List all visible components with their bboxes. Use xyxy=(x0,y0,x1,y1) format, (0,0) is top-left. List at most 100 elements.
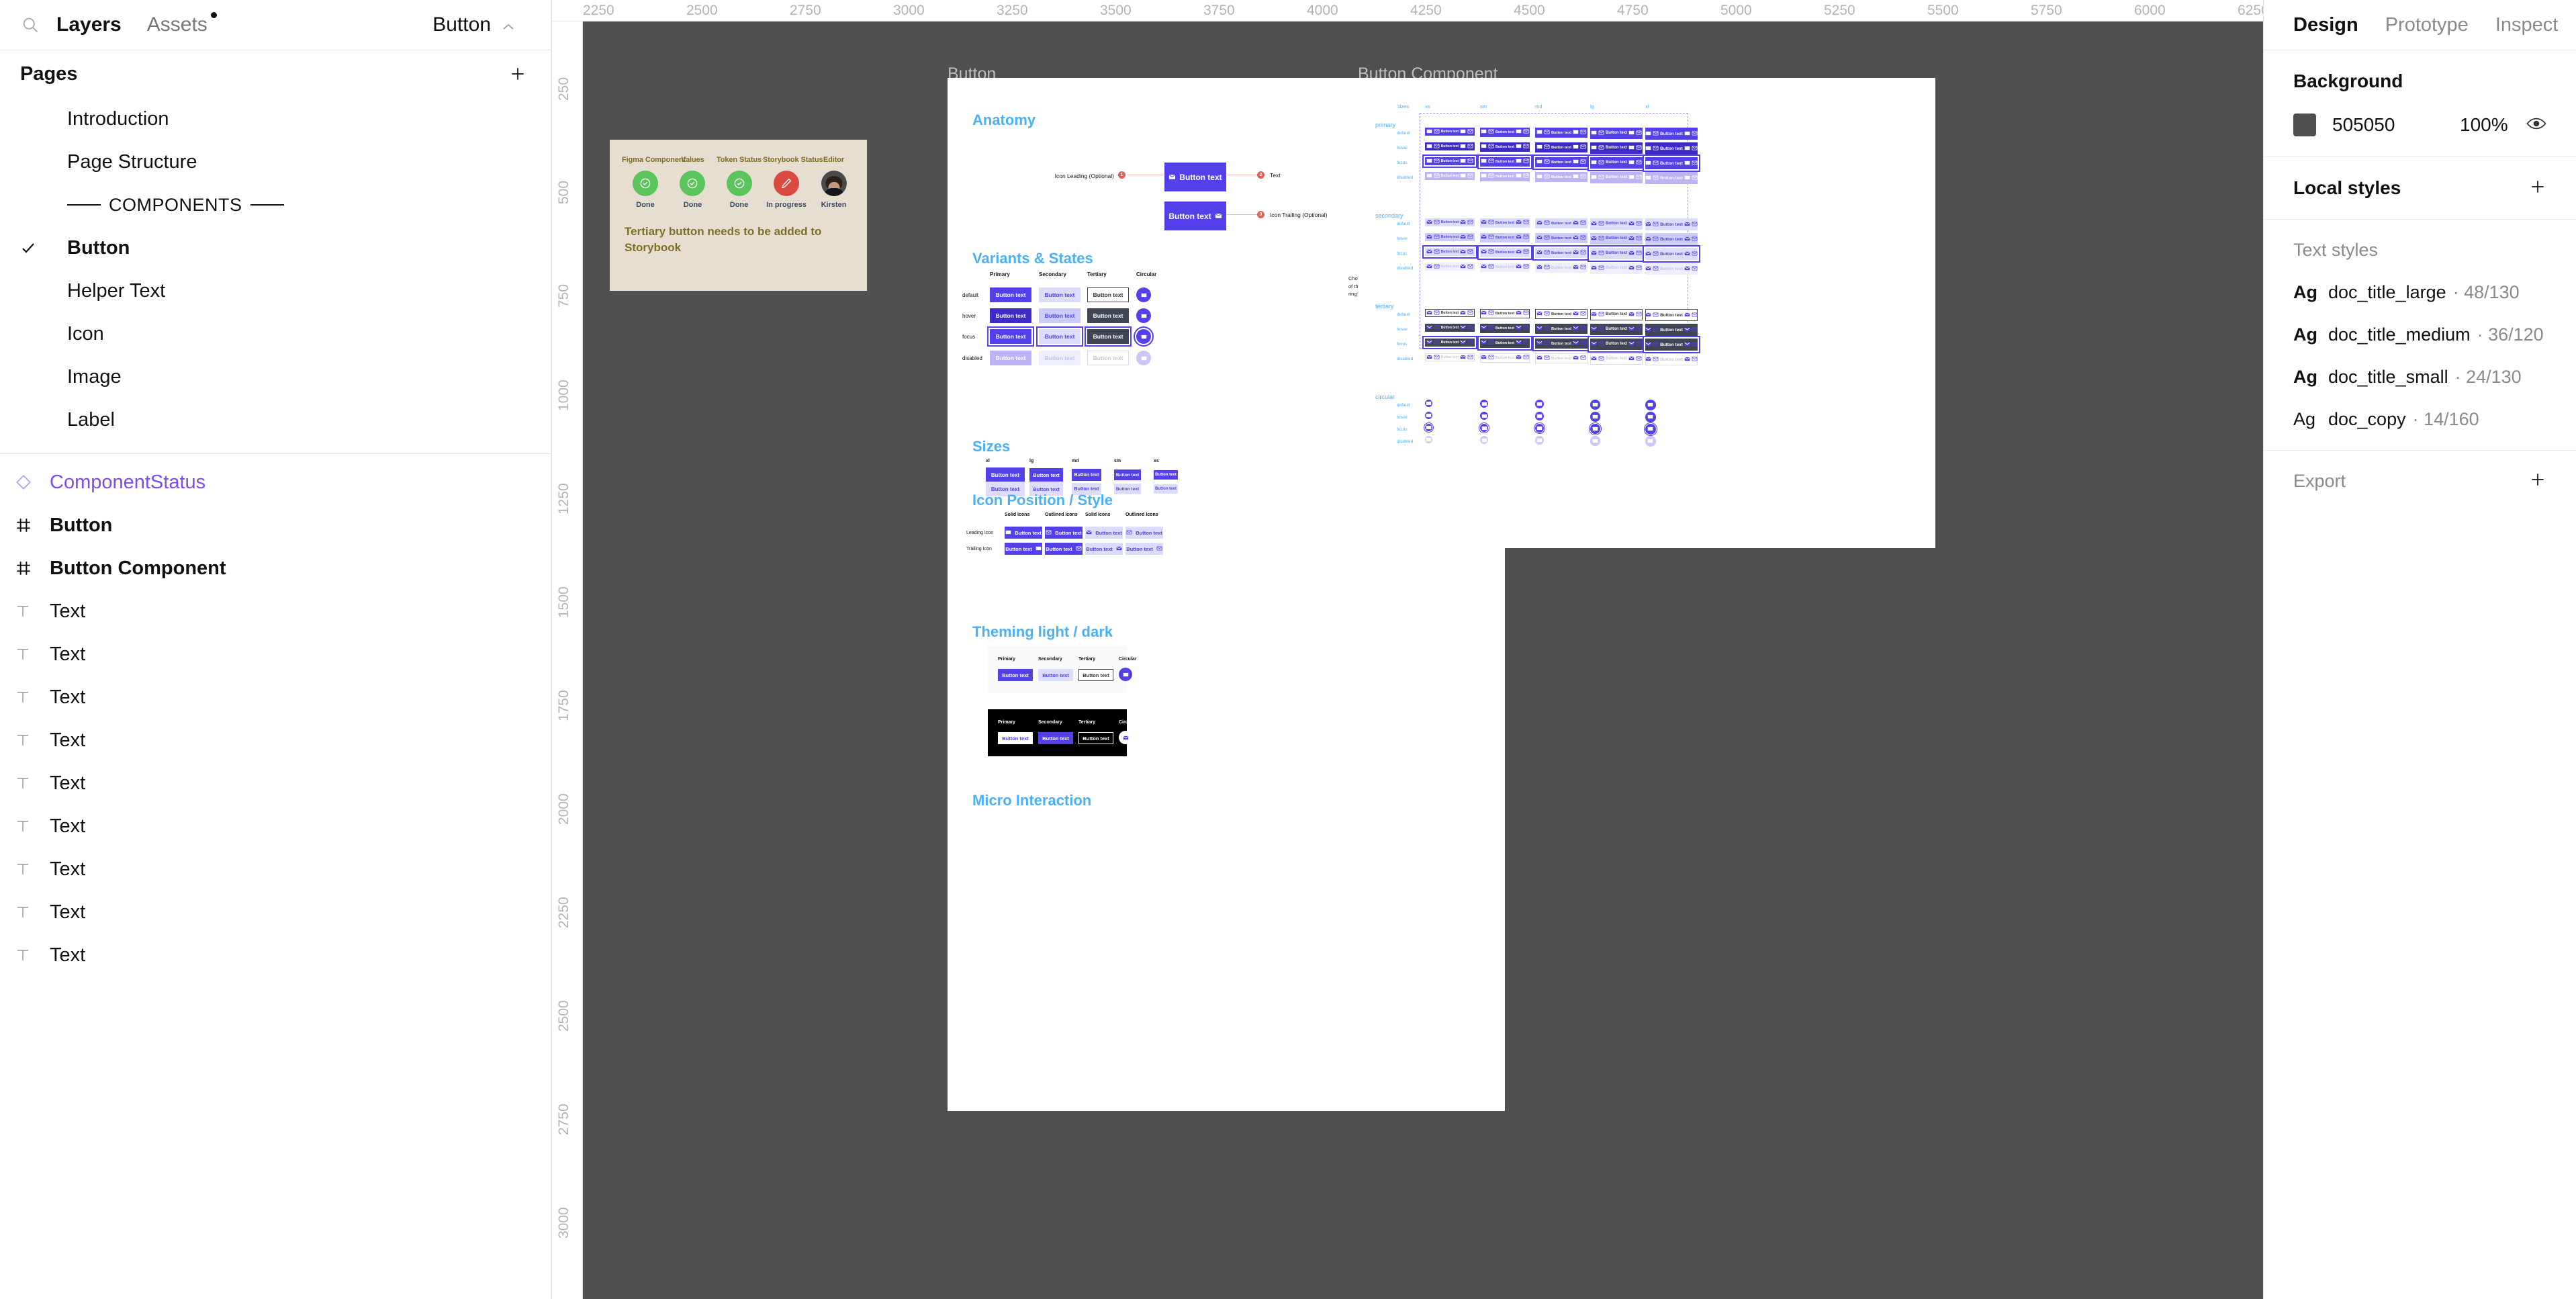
page-item-helper-text[interactable]: Helper Text xyxy=(0,269,551,312)
component-variant-button[interactable]: Button text xyxy=(1425,309,1475,317)
demo-button[interactable]: Button text xyxy=(1072,469,1101,481)
component-variant-button[interactable]: Button text xyxy=(1535,263,1588,273)
demo-button[interactable]: Button text xyxy=(1078,669,1113,681)
component-variant-button[interactable]: Button text xyxy=(1535,172,1588,183)
demo-icon-button[interactable]: Button text xyxy=(1045,527,1083,539)
component-variant-button[interactable]: Button text xyxy=(1480,172,1530,181)
plus-icon[interactable] xyxy=(2529,178,2546,199)
component-variant-button[interactable]: Button text xyxy=(1480,309,1530,318)
component-variant-circular-button[interactable] xyxy=(1590,436,1600,446)
component-variant-button[interactable]: Button text xyxy=(1590,353,1643,365)
demo-icon-button[interactable]: Button text xyxy=(1005,543,1042,555)
component-variant-button[interactable]: Button text xyxy=(1590,233,1643,244)
component-variant-button[interactable]: Button text xyxy=(1480,157,1530,167)
layer-item-text[interactable]: Text xyxy=(0,848,551,891)
component-variant-button[interactable]: Button text xyxy=(1590,339,1643,350)
demo-button[interactable]: Button text xyxy=(1087,308,1129,323)
component-variant-button[interactable]: Button text xyxy=(1645,263,1698,275)
component-variant-button[interactable]: Button text xyxy=(1425,142,1475,150)
demo-button[interactable]: Button text xyxy=(990,287,1031,302)
layer-item-text[interactable]: Text xyxy=(0,805,551,848)
demo-button[interactable]: Button text xyxy=(990,351,1031,365)
component-variant-button[interactable]: Button text xyxy=(1535,233,1588,244)
tab-layers[interactable]: Layers xyxy=(56,13,122,36)
component-variant-button[interactable]: Button text xyxy=(1645,339,1698,351)
anatomy-button-trailing[interactable]: Button text xyxy=(1164,201,1226,230)
component-variant-circular-button[interactable] xyxy=(1535,412,1545,421)
demo-button[interactable]: Button text xyxy=(1154,470,1178,480)
layer-item-button[interactable]: Button xyxy=(0,504,551,547)
component-variant-button[interactable]: Button text xyxy=(1590,172,1643,183)
component-variant-button[interactable]: Button text xyxy=(1535,248,1588,259)
demo-button[interactable]: Button text xyxy=(1038,732,1073,744)
layer-item-text[interactable]: Text xyxy=(0,762,551,805)
demo-icon-button[interactable]: Button text xyxy=(1085,543,1123,555)
component-variant-button[interactable]: Button text xyxy=(1425,218,1475,226)
layer-item-text[interactable]: Text xyxy=(0,934,551,977)
component-variant-circular-button[interactable] xyxy=(1535,400,1545,409)
component-variant-circular-button[interactable] xyxy=(1645,424,1656,435)
background-row[interactable]: 505050 100% xyxy=(2293,114,2546,136)
component-variant-button[interactable]: Button text xyxy=(1480,263,1530,272)
component-variant-button[interactable]: Button text xyxy=(1480,353,1530,363)
demo-button[interactable]: Button text xyxy=(1154,484,1178,494)
artboard-button-component[interactable]: sizes xs sm md lg xl primary default hover focus d… xyxy=(1358,78,1935,548)
component-variant-button[interactable]: Button text xyxy=(1645,157,1698,170)
demo-button[interactable]: Button text xyxy=(990,308,1031,323)
component-variant-circular-button[interactable] xyxy=(1535,424,1545,433)
demo-button[interactable]: Button text xyxy=(1029,468,1063,482)
component-variant-circular-button[interactable] xyxy=(1590,424,1600,434)
component-variant-button[interactable]: Button text xyxy=(1480,324,1530,333)
component-variant-button[interactable]: Button text xyxy=(1645,172,1698,185)
tab-prototype[interactable]: Prototype xyxy=(2385,14,2469,36)
component-variant-button[interactable]: Button text xyxy=(1425,157,1475,165)
page-item-icon[interactable]: Icon xyxy=(0,312,551,355)
tab-inspect[interactable]: Inspect xyxy=(2495,14,2559,36)
page-item-introduction[interactable]: Introduction xyxy=(0,97,551,140)
component-variant-button[interactable]: Button text xyxy=(1590,248,1643,259)
component-variant-button[interactable]: Button text xyxy=(1425,263,1475,271)
component-variant-button[interactable]: Button text xyxy=(1645,218,1698,231)
component-variant-button[interactable]: Button text xyxy=(1590,218,1643,230)
demo-button[interactable]: Button text xyxy=(990,329,1031,344)
component-variant-button[interactable]: Button text xyxy=(1590,324,1643,335)
anatomy-button-leading[interactable]: Button text xyxy=(1164,163,1226,191)
component-variant-button[interactable]: Button text xyxy=(1425,353,1475,361)
canvas-surface[interactable]: Figma Component Done Values Done Token S… xyxy=(583,21,2263,1299)
page-selector[interactable]: Button xyxy=(432,13,533,36)
layer-item-button-component[interactable]: Button Component xyxy=(0,547,551,590)
text-style-item[interactable]: Ag doc_title_small · 24/130 xyxy=(2293,367,2546,388)
component-variant-button[interactable]: Button text xyxy=(1480,339,1530,348)
component-variant-button[interactable]: Button text xyxy=(1425,128,1475,136)
layer-item-text[interactable]: Text xyxy=(0,590,551,633)
component-variant-button[interactable]: Button text xyxy=(1590,263,1643,274)
component-variant-button[interactable]: Button text xyxy=(1480,233,1530,242)
page-item-button[interactable]: Button xyxy=(0,226,551,269)
component-variant-circular-button[interactable] xyxy=(1425,400,1432,407)
demo-button[interactable]: Button text xyxy=(1087,351,1129,365)
demo-button[interactable]: Button text xyxy=(1078,732,1113,744)
component-variant-button[interactable]: Button text xyxy=(1645,142,1698,155)
page-item-image[interactable]: Image xyxy=(0,355,551,398)
component-variant-button[interactable]: Button text xyxy=(1535,353,1588,364)
component-variant-button[interactable]: Button text xyxy=(1590,157,1643,169)
demo-icon-button[interactable]: Button text xyxy=(1125,543,1163,555)
demo-button[interactable]: Button text xyxy=(986,467,1025,482)
demo-icon-button[interactable]: Button text xyxy=(1085,527,1123,539)
demo-button[interactable]: Button text xyxy=(1114,469,1141,480)
layer-item-text[interactable]: Text xyxy=(0,891,551,934)
component-variant-button[interactable]: Button text xyxy=(1425,233,1475,241)
component-variant-button[interactable]: Button text xyxy=(1480,218,1530,228)
text-style-item[interactable]: Ag doc_title_medium · 36/120 xyxy=(2293,324,2546,345)
demo-button[interactable]: Button text xyxy=(1039,329,1080,344)
component-variant-button[interactable]: Button text xyxy=(1535,218,1588,229)
component-variant-button[interactable]: Button text xyxy=(1480,142,1530,152)
component-variant-circular-button[interactable] xyxy=(1590,412,1600,422)
canvas-area[interactable]: 2250 2500 2750 3000 3250 3500 3750 4000 4250 4500… xyxy=(552,0,2263,1299)
component-variant-button[interactable]: Button text xyxy=(1425,339,1475,347)
text-style-item[interactable]: Ag doc_copy · 14/160 xyxy=(2293,409,2546,430)
demo-button[interactable]: Button text xyxy=(1039,308,1080,323)
component-variant-button[interactable]: Button text xyxy=(1590,128,1643,139)
tab-assets[interactable]: Assets xyxy=(147,12,217,36)
component-variant-circular-button[interactable] xyxy=(1645,436,1656,447)
